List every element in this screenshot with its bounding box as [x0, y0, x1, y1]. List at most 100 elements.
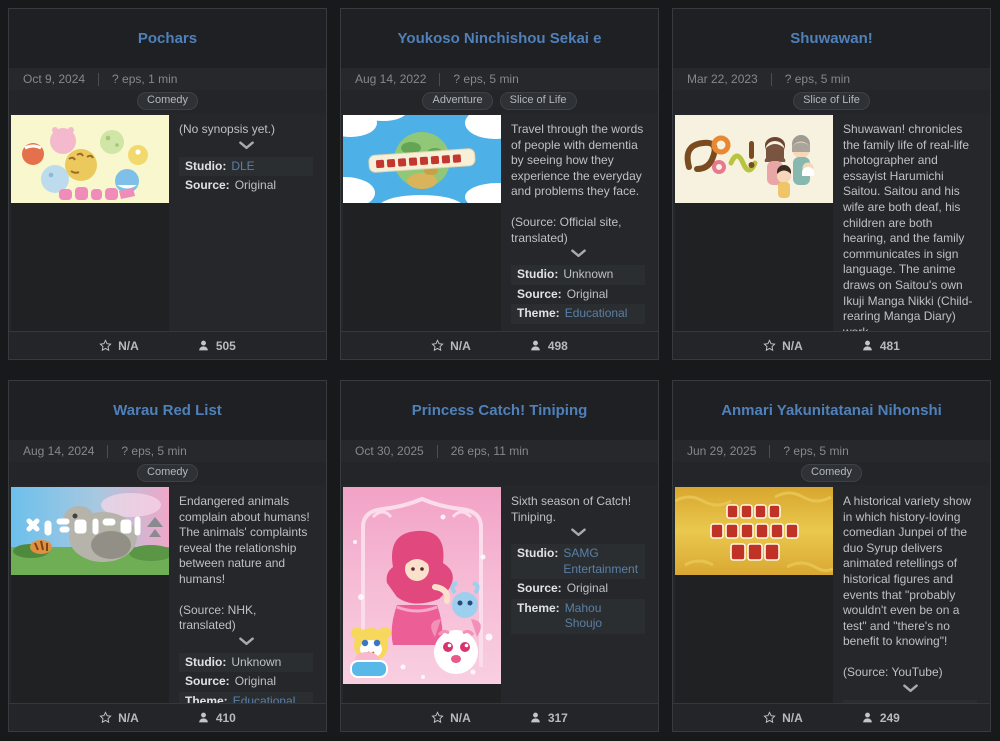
- start-date: Oct 9, 2024: [23, 72, 85, 86]
- genre-tag[interactable]: Comedy: [137, 464, 198, 482]
- synopsis-paragraph: Shuwawan! chronicles the family life of …: [843, 122, 977, 331]
- tiniping-key-visual: [343, 487, 501, 684]
- expand-button[interactable]: [179, 637, 313, 649]
- property-label: Source:: [517, 287, 562, 303]
- meta-row: Mar 22, 2023 ? eps, 5 min: [673, 68, 990, 90]
- meta-divider: [107, 445, 108, 458]
- property-row-source: Source: Original: [179, 672, 313, 692]
- genre-tag-row: Comedy: [673, 462, 990, 485]
- card-footer: N/A 410: [9, 703, 326, 731]
- card-header: Pochars: [9, 9, 326, 68]
- star-icon: [763, 711, 776, 724]
- genre-tag-row: [341, 462, 658, 485]
- property-row-theme: Theme: Mahou Shoujo: [511, 599, 645, 634]
- members: 481: [861, 339, 900, 353]
- anime-card-pochars: Pochars Oct 9, 2024 ? eps, 1 min Comedy: [8, 8, 327, 360]
- anime-title-link[interactable]: Warau Red List: [113, 402, 222, 420]
- star-icon: [763, 339, 776, 352]
- synopsis-column: Endangered animals complain about humans…: [169, 487, 324, 703]
- card-body: Endangered animals complain about humans…: [9, 485, 326, 703]
- property-row-source: Source: Original: [179, 176, 313, 196]
- start-date: Mar 22, 2023: [687, 72, 758, 86]
- card-header: Warau Red List: [9, 381, 326, 440]
- genre-tag[interactable]: Comedy: [801, 464, 862, 482]
- genre-tag[interactable]: Slice of Life: [500, 92, 577, 110]
- property-label: Studio:: [517, 546, 558, 562]
- genre-tag[interactable]: Adventure: [422, 92, 492, 110]
- anime-title-link[interactable]: Youkoso Ninchishou Sekai e: [398, 30, 602, 48]
- start-date: Oct 30, 2025: [355, 444, 424, 458]
- anime-card-anmari: Anmari Yakunitatanai Nihonshi Jun 29, 20…: [672, 380, 991, 732]
- members: 317: [529, 711, 568, 725]
- members-icon: [861, 711, 874, 724]
- anime-title-link[interactable]: Shuwawan!: [790, 30, 873, 48]
- synopsis-column: Sixth season of Catch! Tiniping. Studio:…: [501, 487, 656, 703]
- property-list: Studio: Unknown Source: Original Theme: …: [511, 265, 645, 324]
- expand-button[interactable]: [179, 141, 313, 153]
- score: N/A: [431, 339, 471, 353]
- property-label: Source:: [185, 674, 230, 690]
- anime-thumbnail[interactable]: [343, 115, 501, 203]
- genre-tag-row: Comedy: [9, 462, 326, 485]
- studio-link[interactable]: SAMG Entertainment: [563, 546, 639, 577]
- source-value: Original: [567, 581, 608, 597]
- anime-thumbnail[interactable]: [11, 487, 169, 575]
- star-icon: [99, 711, 112, 724]
- expand-button[interactable]: [511, 528, 645, 540]
- members: 410: [197, 711, 236, 725]
- theme-link[interactable]: Educational: [233, 694, 296, 703]
- property-row-studio: Studio: Unknown: [511, 265, 645, 285]
- score-value: N/A: [450, 339, 471, 353]
- anime-title-link[interactable]: Pochars: [138, 30, 197, 48]
- synopsis-source: (Source: NHK, translated): [179, 603, 313, 634]
- genre-tag-row: Adventure Slice of Life: [341, 90, 658, 113]
- meta-row: Aug 14, 2024 ? eps, 5 min: [9, 440, 326, 462]
- genre-tag-row: Comedy: [9, 90, 326, 113]
- synopsis-paragraph: (No synopsis yet.): [179, 122, 313, 138]
- members: 505: [197, 339, 236, 353]
- synopsis-column: (No synopsis yet.) Studio: DLE Source: O…: [169, 115, 324, 331]
- members-count: 317: [548, 711, 568, 725]
- anime-thumbnail[interactable]: [675, 487, 833, 575]
- members: 498: [529, 339, 568, 353]
- studio-value: Unknown: [231, 655, 281, 671]
- card-body: Travel through the words of people with …: [341, 113, 658, 331]
- members-count: 249: [880, 711, 900, 725]
- card-header: Anmari Yakunitatanai Nihonshi: [673, 381, 990, 440]
- chevron-down-icon: [239, 637, 254, 646]
- property-label: Source:: [185, 178, 230, 194]
- anime-thumbnail[interactable]: [11, 115, 169, 203]
- anime-title-link[interactable]: Anmari Yakunitatanai Nihonshi: [721, 402, 942, 420]
- expand-button[interactable]: [843, 684, 977, 696]
- studio-link[interactable]: DLE: [231, 159, 254, 175]
- theme-link[interactable]: Educational: [565, 306, 628, 322]
- card-header: Shuwawan!: [673, 9, 990, 68]
- genre-tag[interactable]: Slice of Life: [793, 92, 870, 110]
- card-footer: N/A 481: [673, 331, 990, 359]
- synopsis-source: (Source: Official site, translated): [511, 215, 645, 246]
- anime-thumbnail[interactable]: [343, 487, 501, 684]
- anime-title-link[interactable]: Princess Catch! Tiniping: [412, 402, 588, 420]
- score: N/A: [763, 711, 803, 725]
- score-value: N/A: [118, 711, 139, 725]
- star-icon: [431, 339, 444, 352]
- meta-row: Aug 14, 2022 ? eps, 5 min: [341, 68, 658, 90]
- members-icon: [197, 339, 210, 352]
- warau-red-list-key-visual: [11, 487, 169, 575]
- synopsis-paragraph: Endangered animals complain about humans…: [179, 494, 313, 588]
- meta-divider: [98, 73, 99, 86]
- property-list: Studio: SAMG Entertainment Source: Origi…: [511, 544, 645, 634]
- synopsis-column: A historical variety show in which histo…: [833, 487, 988, 703]
- synopsis-paragraph: Travel through the words of people with …: [511, 122, 645, 200]
- source-value: Original: [235, 178, 276, 194]
- source-value: Original: [567, 287, 608, 303]
- star-icon: [431, 711, 444, 724]
- anime-card-warau-red-list: Warau Red List Aug 14, 2024 ? eps, 5 min…: [8, 380, 327, 732]
- theme-link[interactable]: Mahou Shoujo: [565, 601, 639, 632]
- meta-divider: [769, 445, 770, 458]
- expand-button[interactable]: [511, 249, 645, 261]
- members-count: 505: [216, 339, 236, 353]
- anime-thumbnail[interactable]: [675, 115, 833, 203]
- genre-tag[interactable]: Comedy: [137, 92, 198, 110]
- property-row-studio: Studio: DLE: [179, 157, 313, 177]
